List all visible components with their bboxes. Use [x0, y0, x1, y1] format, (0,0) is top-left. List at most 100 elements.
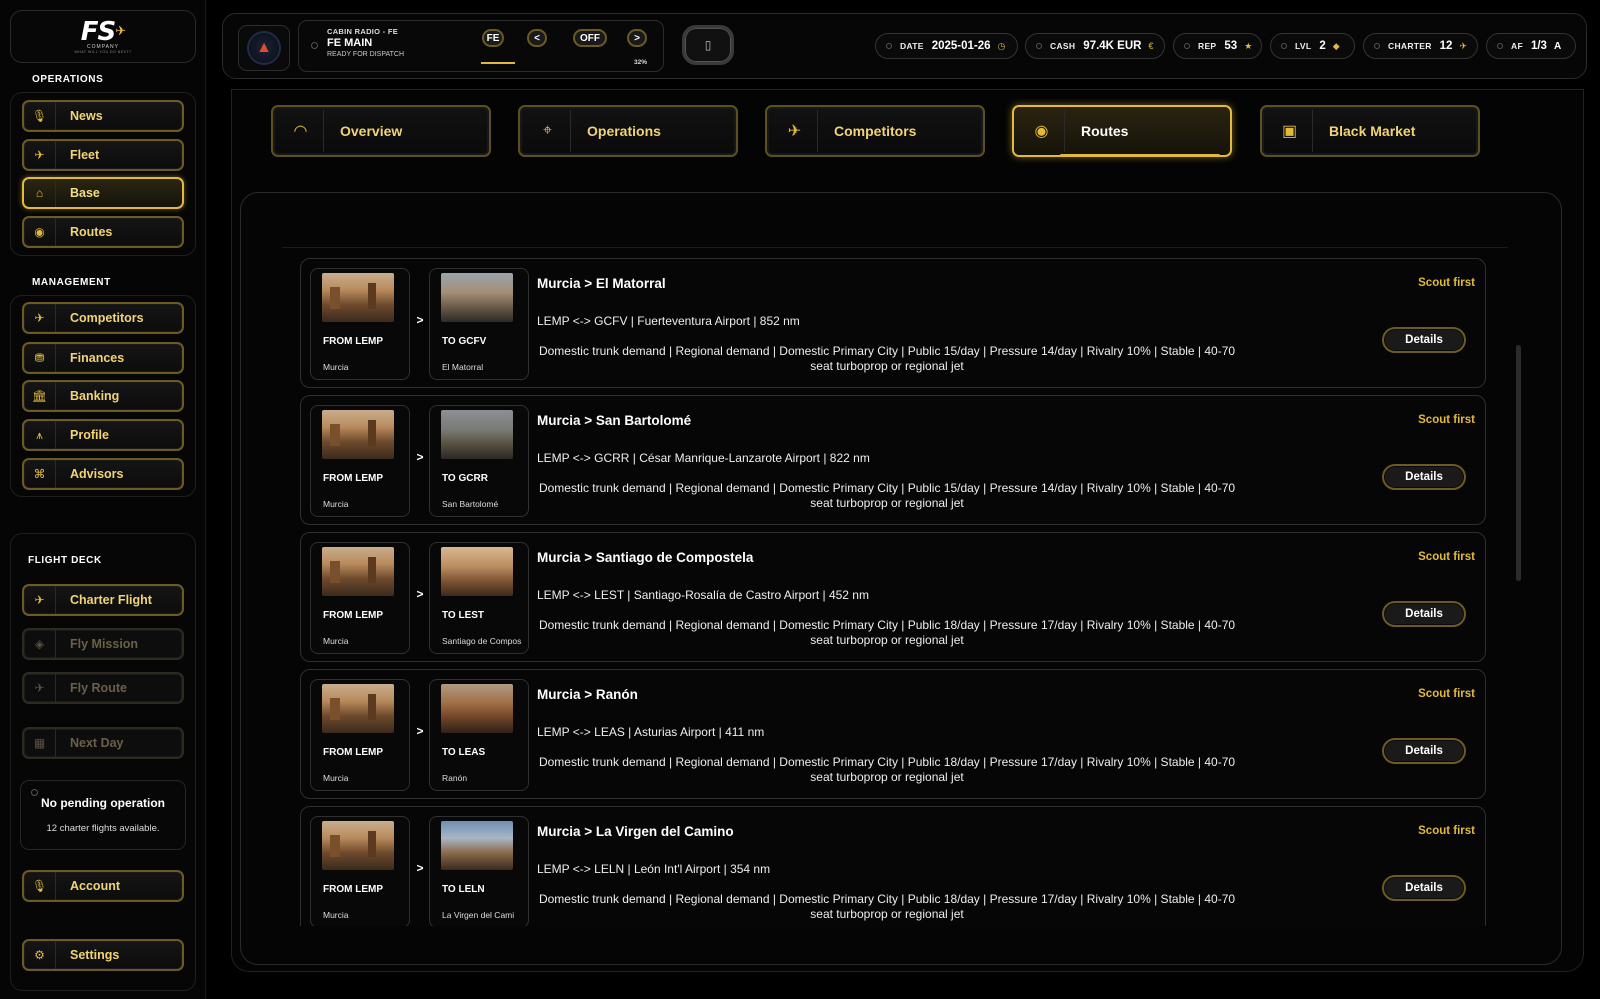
cabin-radio-panel: CABIN RADIO - FE FE MAIN READY FOR DISPA… [298, 20, 664, 72]
competitor-plane-icon: ✈ [772, 110, 818, 152]
fly-mission-button[interactable]: ◈ Fly Mission [22, 628, 184, 660]
phone-icon: ▯ [704, 38, 712, 52]
tab-routes-label: Routes [1081, 123, 1129, 139]
airplane-icon: ✈ [1459, 40, 1467, 51]
next-day-label: Next Day [70, 736, 124, 750]
euro-icon: € [1148, 41, 1154, 51]
nav-finances-button[interactable]: ⛃ Finances [22, 342, 184, 374]
origin-city-photo [322, 410, 394, 459]
hangar-icon: ⌂ [24, 179, 56, 207]
tab-operations-label: Operations [587, 123, 661, 139]
destination-city: San Bartolomé [442, 499, 499, 509]
route-description: Domestic trunk demand | Regional demand … [538, 755, 1236, 784]
status-dot-icon [1036, 43, 1042, 49]
date-label: DATE [900, 41, 924, 51]
origin-city-photo [322, 547, 394, 596]
details-button[interactable]: Details [1382, 601, 1466, 627]
pending-operation-panel: No pending operation 12 charter flights … [20, 780, 186, 850]
logo-tagline: WHAT WILL YOU DO NEXT? [74, 49, 132, 54]
origin-code: FROM LEMP [323, 336, 383, 347]
route-arrow-icon: > [416, 724, 424, 738]
route-info: LEMP <-> GCRR | César Manrique-Lanzarote… [537, 451, 870, 465]
routes-scrollbar[interactable] [1516, 345, 1521, 581]
destination-code: TO LEAS [442, 747, 486, 758]
nav-base-button[interactable]: ⌂ Base [22, 177, 184, 209]
phone-button[interactable]: ▯ [682, 25, 734, 65]
account-label: Account [70, 879, 120, 893]
route-row: FROM LEMP Murcia > TO LEST Santiago de C… [300, 532, 1486, 662]
route-description: Domestic trunk demand | Regional demand … [538, 344, 1236, 373]
level-stat: LVL 2 ◆ [1270, 33, 1355, 59]
origin-code: FROM LEMP [323, 473, 383, 484]
destination-city: Santiago de Compos [442, 636, 522, 646]
tab-competitors-label: Competitors [834, 123, 917, 139]
tab-operations[interactable]: ⌖ Operations [518, 105, 738, 157]
charter-value: 12 [1439, 40, 1453, 52]
tab-competitors[interactable]: ✈ Competitors [765, 105, 985, 157]
tab-black-market-label: Black Market [1329, 123, 1416, 139]
tab-routes[interactable]: ◉ Routes [1012, 105, 1232, 157]
origin-code: FROM LEMP [323, 747, 383, 758]
star-icon: ★ [1244, 40, 1253, 51]
route-origin-card: FROM LEMP Murcia [310, 542, 410, 654]
charter-stat: CHARTER 12 ✈ [1363, 33, 1478, 59]
route-origin-card: FROM LEMP Murcia [310, 679, 410, 791]
tab-overview-label: Overview [340, 123, 403, 139]
details-button[interactable]: Details [1382, 738, 1466, 764]
route-destination-card: TO LEAS Ranón [429, 679, 529, 791]
radio-prev-button[interactable]: < [527, 29, 547, 47]
airplane-icon: ✈ [24, 586, 56, 614]
cash-label: CASH [1050, 41, 1076, 51]
account-button[interactable]: 🎙 Account [22, 870, 184, 902]
tab-overview[interactable]: ◠ Overview [271, 105, 491, 157]
route-destination-card: TO GCRR San Bartolomé [429, 405, 529, 517]
radio-off-button[interactable]: OFF [573, 29, 607, 47]
charter-flight-button[interactable]: ✈ Charter Flight [22, 584, 184, 616]
route-info: LEMP <-> LEST | Santiago-Rosalía de Cast… [537, 588, 869, 602]
destination-city-photo [441, 410, 513, 459]
sidebar: FS✈ COMPANY WHAT WILL YOU DO NEXT? OPERA… [0, 0, 206, 999]
details-button[interactable]: Details [1382, 327, 1466, 353]
route-row: FROM LEMP Murcia > TO GCFV El Matorral M… [300, 258, 1486, 388]
fly-route-button[interactable]: ✈ Fly Route [22, 672, 184, 704]
status-dot-icon [311, 42, 318, 49]
nav-routes-button[interactable]: ◉ Routes [22, 216, 184, 248]
nav-profile-button[interactable]: ⩚ Profile [22, 419, 184, 451]
nav-competitors-label: Competitors [70, 311, 144, 325]
competitor-plane-icon: ✈ [24, 304, 56, 332]
logo-plane-icon: ✈ [115, 23, 126, 39]
compass-emblem[interactable]: ▲ [238, 25, 290, 71]
details-button[interactable]: Details [1382, 464, 1466, 490]
route-arrow-icon: > [416, 861, 424, 875]
nav-news-button[interactable]: 🎙 News [22, 100, 184, 132]
next-day-button[interactable]: ▦ Next Day [22, 727, 184, 759]
nav-banking-button[interactable]: 🏛 Banking [22, 380, 184, 412]
af-value: 1/3 [1530, 40, 1547, 52]
route-title: Murcia > San Bartolomé [537, 413, 692, 428]
route-arrow-icon: > [416, 313, 424, 327]
nav-fleet-button[interactable]: ✈ Fleet [22, 139, 184, 171]
details-button[interactable]: Details [1382, 875, 1466, 901]
status-dot-icon [1184, 43, 1190, 49]
settings-button[interactable]: ⚙ Settings [22, 939, 184, 971]
compass-icon: ▲ [247, 31, 281, 65]
nav-base-label: Base [70, 186, 100, 200]
company-logo[interactable]: FS✈ COMPANY WHAT WILL YOU DO NEXT? [10, 10, 196, 63]
radio-fe-button[interactable]: FE [482, 29, 504, 47]
nav-news-label: News [70, 109, 103, 123]
settings-label: Settings [70, 948, 120, 962]
nav-competitors-button[interactable]: ✈ Competitors [22, 302, 184, 334]
radio-next-button[interactable]: > [627, 29, 647, 47]
tab-black-market[interactable]: ▣ Black Market [1260, 105, 1480, 157]
radio-active-indicator [481, 62, 515, 64]
calendar-icon: ▦ [24, 729, 56, 757]
status-dot-icon [31, 789, 38, 796]
globe-icon: ◉ [24, 218, 56, 246]
destination-code: TO GCRR [442, 473, 488, 484]
bank-icon: 🏛 [24, 382, 56, 410]
route-status: Scout first [1418, 277, 1475, 289]
nav-advisors-button[interactable]: ⌘ Advisors [22, 458, 184, 490]
route-status: Scout first [1418, 414, 1475, 426]
fly-mission-label: Fly Mission [70, 637, 139, 651]
route-info: LEMP <-> LEAS | Asturias Airport | 411 n… [537, 725, 765, 739]
